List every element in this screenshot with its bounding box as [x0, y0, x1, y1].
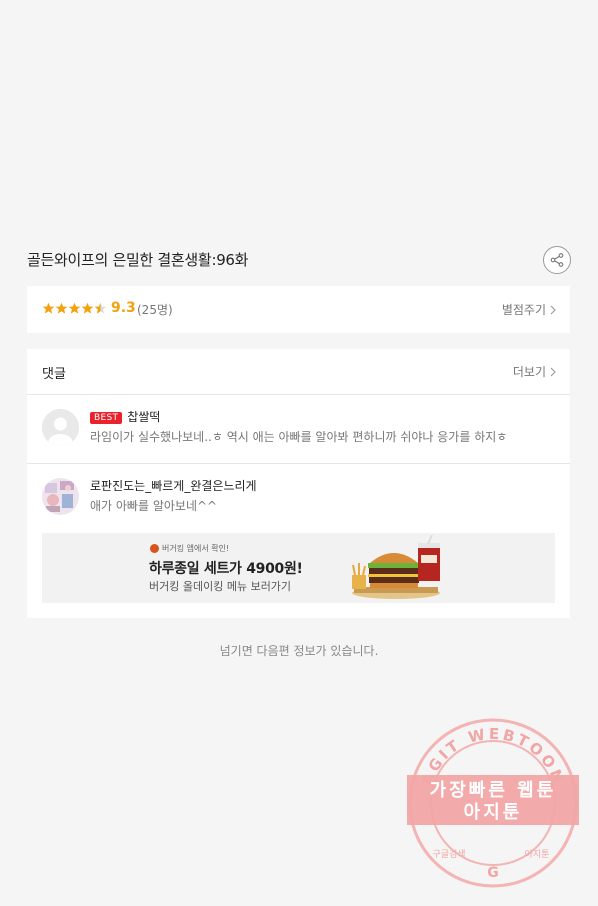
comment-author-name: 찹쌀떡 — [127, 410, 161, 424]
ad-banner[interactable]: 버거킹 앱에서 확인! 하루종일 세트가 4900원! 버거킹 올데이킹 메뉴 … — [42, 533, 555, 603]
rating-score: 9.3 — [111, 300, 136, 316]
default-avatar-icon — [42, 409, 79, 446]
svg-text:가장빠른 웹툰: 가장빠른 웹툰 — [430, 780, 557, 801]
comment-author-name: 로판진도는_빠르게_완결은느리게 — [90, 479, 257, 493]
star-rating — [42, 302, 107, 315]
comments-card: 댓글 더보기 BEST 찹쌀떡 라임이가 실수했나보네..ㅎ 역시 애는 아빠를 … — [27, 349, 570, 618]
svg-text:G: G — [487, 865, 499, 881]
comment-author: BEST 찹쌀떡 — [90, 408, 160, 425]
comments-title: 댓글 — [42, 367, 66, 382]
svg-text:구글검색: 구글검색 — [432, 848, 465, 860]
star-icon — [68, 302, 81, 314]
next-episode-notice: 넘기면 다음편 정보가 있습니다. — [219, 644, 379, 658]
share-icon — [550, 253, 564, 267]
burger-set-image — [352, 535, 440, 599]
comment-text: 라임이가 실수했나보네..ㅎ 역시 애는 아빠를 알아봐 편하니까 쉬야나 응가… — [90, 430, 508, 444]
ad-subtext: 버거킹 올데이킹 메뉴 보러가기 — [149, 580, 292, 593]
star-icon — [42, 302, 55, 314]
ad-headline: 하루종일 세트가 4900원! — [149, 561, 303, 577]
star-icon — [81, 302, 94, 314]
half-star-icon — [94, 302, 107, 314]
svg-text:아지툰: 아지툰 — [525, 849, 550, 860]
more-label: 더보기 — [512, 365, 546, 379]
best-badge: BEST — [90, 412, 123, 424]
svg-text:아지툰: 아지툰 — [464, 802, 523, 823]
comment-item[interactable]: 로판진도는_빠르게_완결은느리게 애가 아빠를 알아보네^^ — [27, 464, 570, 534]
episode-header: 골든와이프의 은밀한 결혼생활:96화 — [27, 246, 571, 274]
rate-label: 별점주기 — [501, 303, 546, 317]
rating-voters: (25명) — [137, 303, 173, 317]
chevron-right-icon — [550, 305, 556, 314]
share-button[interactable] — [543, 246, 571, 274]
avatar — [42, 409, 79, 446]
episode-title: 골든와이프의 은밀한 결혼생활:96화 — [27, 251, 249, 269]
rating-card: 9.3 (25명) 별점주기 — [27, 286, 570, 333]
avatar — [42, 478, 79, 515]
comments-more-button[interactable]: 더보기 — [513, 363, 556, 380]
comment-item[interactable]: BEST 찹쌀떡 라임이가 실수했나보네..ㅎ 역시 애는 아빠를 알아봐 편하니… — [27, 395, 570, 464]
ad-caption: 버거킹 앱에서 확인! — [162, 544, 230, 553]
burger-king-logo-icon — [150, 544, 159, 553]
rate-button[interactable]: 별점주기 — [502, 301, 556, 318]
watermark-stamp: AGIT WEBTOON 가장빠른 웹툰 아지툰 구글검색 아지툰 G — [407, 718, 579, 888]
ad-small-text: 버거킹 앱에서 확인! — [150, 543, 229, 554]
comment-text: 애가 아빠를 알아보네^^ — [90, 499, 218, 513]
chevron-right-icon — [550, 367, 556, 376]
user-avatar-image — [42, 478, 79, 515]
comments-header: 댓글 더보기 — [27, 349, 570, 395]
star-icon — [55, 302, 68, 314]
